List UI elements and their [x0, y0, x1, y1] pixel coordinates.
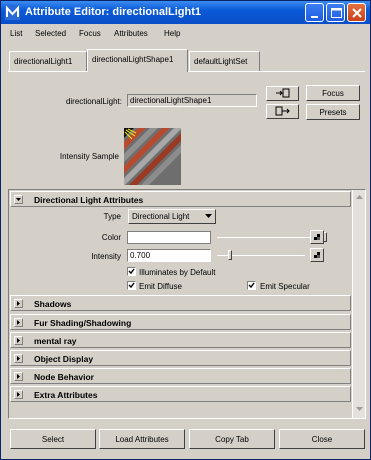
input-arrow-icon [276, 88, 290, 98]
section-object-display[interactable]: Object Display [10, 350, 351, 366]
triangle-right-icon [17, 301, 20, 306]
copy-tab-button[interactable]: Copy Tab [189, 429, 275, 449]
emit-diffuse-checkbox[interactable] [127, 281, 136, 290]
maximize-icon [331, 8, 342, 18]
triangle-right-icon [17, 320, 20, 325]
expand-arrow[interactable] [14, 372, 23, 381]
tab-defaultlightset[interactable]: defaultLightSet [189, 51, 260, 71]
presets-button[interactable]: Presets [306, 104, 360, 120]
focus-button[interactable]: Focus [306, 85, 360, 101]
menu-help[interactable]: Help [164, 29, 180, 38]
section-mental-ray[interactable]: mental ray [10, 332, 351, 348]
section-label: Directional Light Attributes [34, 195, 144, 205]
expand-arrow[interactable] [14, 336, 23, 345]
section-directional-light-attributes[interactable]: Directional Light Attributes [10, 191, 351, 207]
minimize-button[interactable] [305, 3, 324, 22]
scroll-up-icon[interactable] [354, 192, 365, 202]
intensity-map-button[interactable] [310, 248, 324, 262]
triangle-right-icon [17, 338, 20, 343]
close-icon [352, 8, 362, 18]
menu-bar: List Selected Focus Attributes Help [2, 24, 369, 43]
scroll-down-icon[interactable] [354, 404, 365, 414]
intensity-sample-label: Intensity Sample [59, 152, 119, 161]
tab-directionallight1[interactable]: directionalLight1 [9, 51, 87, 71]
title-bar[interactable]: Attribute Editor: directionalLight1 [1, 1, 370, 24]
emit-specular-label: Emit Specular [260, 282, 310, 291]
checkmark-icon [128, 282, 135, 289]
triangle-right-icon [17, 374, 20, 379]
light-type-dropdown[interactable]: Directional Light [128, 209, 216, 224]
checker-map-icon [314, 252, 320, 258]
color-swatch-field[interactable] [127, 231, 211, 244]
light-type-value: Directional Light [132, 212, 190, 221]
section-label: Fur Shading/Shadowing [34, 318, 132, 328]
menu-selected[interactable]: Selected [35, 29, 66, 38]
node-name-field[interactable]: directionalLightShape1 [127, 94, 257, 107]
section-label: Node Behavior [34, 372, 94, 382]
attributes-scrollbar[interactable] [352, 190, 365, 418]
expand-arrow[interactable] [14, 354, 23, 363]
expand-arrow[interactable] [14, 299, 23, 308]
illuminates-by-default-checkbox[interactable] [127, 267, 136, 276]
input-connections-button[interactable] [266, 86, 299, 101]
section-shadows[interactable]: Shadows [10, 295, 351, 311]
dropdown-arrow-icon [205, 214, 212, 218]
section-extra-attributes[interactable]: Extra Attributes [10, 386, 351, 402]
output-arrow-icon [275, 106, 290, 116]
intensity-label: Intensity [91, 252, 121, 261]
attribute-editor-window: Attribute Editor: directionalLight1 List… [0, 0, 371, 460]
select-button[interactable]: Select [10, 429, 96, 449]
triangle-down-icon [16, 198, 21, 201]
minimize-icon [311, 16, 318, 18]
intensity-input[interactable]: 0.700 [127, 249, 211, 262]
menu-attributes[interactable]: Attributes [114, 29, 148, 38]
output-connections-button[interactable] [266, 104, 299, 119]
color-map-button[interactable] [310, 230, 324, 244]
expand-arrow[interactable] [14, 390, 23, 399]
triangle-right-icon [17, 356, 20, 361]
collapse-arrow[interactable] [14, 195, 23, 204]
node-name-label: directionalLight: [65, 97, 122, 106]
triangle-right-icon [17, 392, 20, 397]
section-label: mental ray [34, 336, 77, 346]
checker-map-icon [314, 234, 320, 240]
intensity-slider-handle[interactable] [228, 250, 232, 260]
section-label: Shadows [34, 299, 72, 309]
window-title: Attribute Editor: directionalLight1 [25, 6, 201, 18]
menu-focus[interactable]: Focus [79, 29, 101, 38]
expand-arrow[interactable] [14, 318, 23, 327]
checkmark-icon [128, 268, 135, 275]
intensity-sample-swatch [124, 128, 181, 185]
section-node-behavior[interactable]: Node Behavior [10, 368, 351, 384]
menu-list[interactable]: List [10, 29, 22, 38]
illuminates-by-default-label: Illuminates by Default [139, 268, 216, 277]
close-button[interactable]: Close [279, 429, 365, 449]
type-label: Type [103, 212, 121, 221]
load-attributes-button[interactable]: Load Attributes [99, 429, 185, 449]
color-label: Color [101, 233, 121, 242]
section-label: Object Display [34, 354, 94, 364]
maximize-button[interactable] [326, 3, 345, 22]
section-label: Extra Attributes [34, 390, 98, 400]
close-window-button[interactable] [347, 3, 366, 22]
emit-diffuse-label: Emit Diffuse [139, 282, 182, 291]
maya-app-icon [5, 5, 20, 20]
section-fur-shading[interactable]: Fur Shading/Shadowing [10, 314, 351, 330]
tab-directionallightshape1[interactable]: directionalLightShape1 [87, 49, 188, 72]
emit-specular-checkbox[interactable] [247, 281, 256, 290]
checkmark-icon [248, 282, 255, 289]
